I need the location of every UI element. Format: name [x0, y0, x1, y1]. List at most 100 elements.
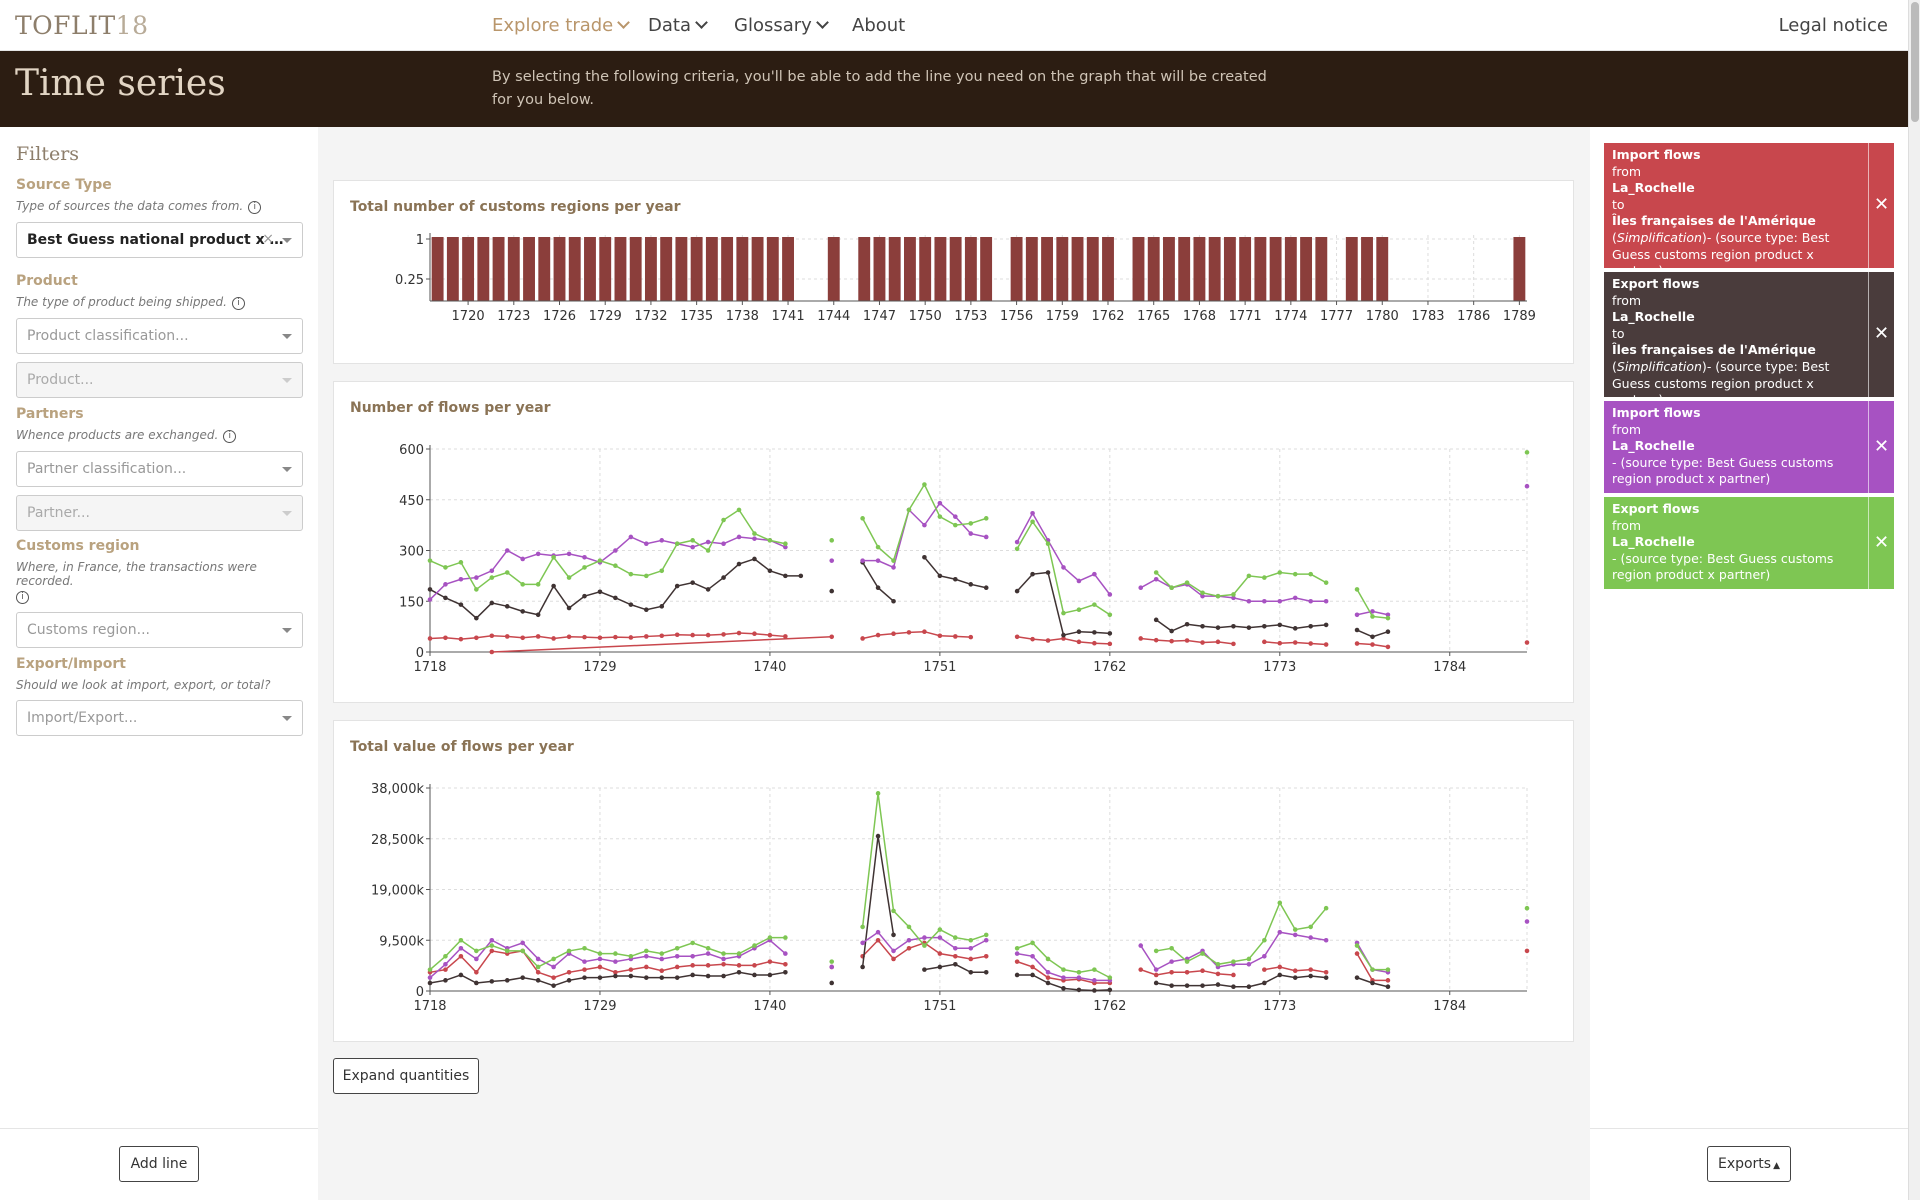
partners-label: Partners	[16, 406, 84, 422]
nav-glossary-label: Glossary	[734, 15, 812, 36]
data-point	[1370, 642, 1375, 647]
remove-line-close-icon[interactable]: ✕	[1868, 143, 1894, 268]
data-point	[504, 948, 510, 954]
bar	[1178, 237, 1191, 301]
page-scrollbar[interactable]	[1908, 0, 1920, 1200]
product-select[interactable]: Product...	[16, 362, 303, 398]
data-point	[1370, 634, 1375, 640]
nav-data[interactable]: Data	[648, 15, 708, 36]
info-icon[interactable]: i	[248, 201, 262, 214]
data-point	[1169, 628, 1174, 634]
series-line	[1155, 619, 1327, 632]
bar	[827, 237, 840, 301]
bar	[1010, 237, 1023, 301]
data-point	[427, 975, 433, 980]
to-label: to	[1612, 196, 1625, 212]
data-point	[1262, 980, 1267, 986]
product-classification-select[interactable]: Product classification...	[16, 318, 303, 354]
nav-explore-trade[interactable]: Explore trade	[492, 15, 631, 36]
logo-number: 18	[115, 11, 149, 40]
data-point	[1385, 644, 1391, 650]
nav-legal-notice[interactable]: Legal notice	[1779, 15, 1888, 36]
data-point	[1092, 640, 1097, 646]
data-point	[767, 538, 773, 543]
export-import-select[interactable]: Import/Export...	[16, 700, 303, 736]
partners-hint: Whence products are exchanged. i	[16, 428, 303, 443]
x-tick-label: 1729	[589, 309, 622, 324]
customs-region-select[interactable]: Customs region...	[16, 612, 303, 648]
add-line-button[interactable]: Add line	[119, 1146, 199, 1182]
caret-down-icon	[282, 378, 292, 383]
data-point	[736, 630, 742, 636]
remove-line-close-icon[interactable]: ✕	[1868, 272, 1894, 397]
data-point	[1153, 570, 1159, 575]
data-point	[520, 948, 526, 954]
info-icon[interactable]: i	[16, 591, 29, 604]
data-point	[1200, 640, 1205, 645]
data-point	[1184, 983, 1190, 988]
data-point	[644, 948, 649, 954]
bar	[431, 237, 444, 301]
data-point	[767, 972, 773, 978]
data-point	[504, 548, 510, 553]
partner-classification-select[interactable]: Partner classification...	[16, 451, 303, 487]
remove-line-close-icon[interactable]: ✕	[1868, 401, 1894, 493]
line-simplification: Simplification	[1616, 229, 1702, 245]
data-point	[597, 589, 603, 595]
data-point	[1277, 598, 1283, 604]
data-point	[1153, 980, 1159, 986]
data-point	[659, 951, 665, 956]
series-line	[429, 508, 786, 591]
exports-button[interactable]: Exports ▲	[1707, 1146, 1791, 1182]
data-point	[1323, 598, 1329, 604]
data-point	[829, 964, 835, 970]
data-point	[783, 970, 788, 975]
bar	[1376, 237, 1389, 301]
data-point	[566, 970, 572, 975]
data-point	[582, 634, 587, 640]
data-point	[1231, 984, 1236, 990]
clear-icon[interactable]: ×	[262, 231, 274, 247]
data-point	[752, 631, 757, 637]
data-point	[458, 560, 464, 565]
data-point	[1061, 975, 1066, 980]
data-point	[1107, 631, 1113, 636]
partner-select[interactable]: Partner...	[16, 495, 303, 531]
bar	[492, 237, 505, 301]
customs-region-group: Customs region Where, in France, the tra…	[16, 538, 303, 648]
data-point	[860, 636, 865, 641]
nav-about[interactable]: About	[852, 15, 905, 36]
scrollbar-thumb[interactable]	[1911, 2, 1919, 122]
source-type-hint-text: Type of sources the data comes from.	[16, 199, 244, 213]
data-point	[582, 959, 587, 964]
info-icon[interactable]: i	[223, 430, 237, 443]
bar	[629, 237, 642, 301]
partners-hint-text: Whence products are exchanged.	[16, 428, 219, 442]
x-tick-label: 1744	[817, 309, 850, 324]
series-line	[491, 636, 832, 653]
data-point	[458, 953, 464, 959]
bar	[934, 237, 947, 301]
data-point	[1323, 975, 1329, 980]
data-point	[1524, 905, 1530, 911]
data-point	[613, 548, 618, 553]
expand-quantities-button[interactable]: Expand quantities	[333, 1058, 479, 1094]
remove-line-close-icon[interactable]: ✕	[1868, 497, 1894, 589]
data-point	[1030, 940, 1035, 946]
from-label: from	[1612, 292, 1642, 308]
logo[interactable]: TOFLIT18	[15, 11, 148, 40]
data-point	[736, 951, 742, 956]
data-point	[690, 544, 695, 550]
line-legend-text: Import flows from La_Rochelle - (source typ…	[1604, 401, 1864, 492]
data-point	[628, 534, 634, 540]
x-tick-label: 1762	[1091, 309, 1124, 324]
data-point	[504, 604, 510, 609]
x-tick-label: 1771	[1229, 309, 1262, 324]
info-icon[interactable]: i	[231, 297, 245, 310]
data-point	[968, 531, 974, 536]
source-type-select[interactable]: Best Guess national product x … ×	[16, 222, 303, 258]
nav-glossary[interactable]: Glossary	[734, 15, 829, 36]
data-point	[1045, 570, 1051, 575]
x-tick-label: 1765	[1137, 309, 1170, 324]
bar	[721, 237, 734, 301]
